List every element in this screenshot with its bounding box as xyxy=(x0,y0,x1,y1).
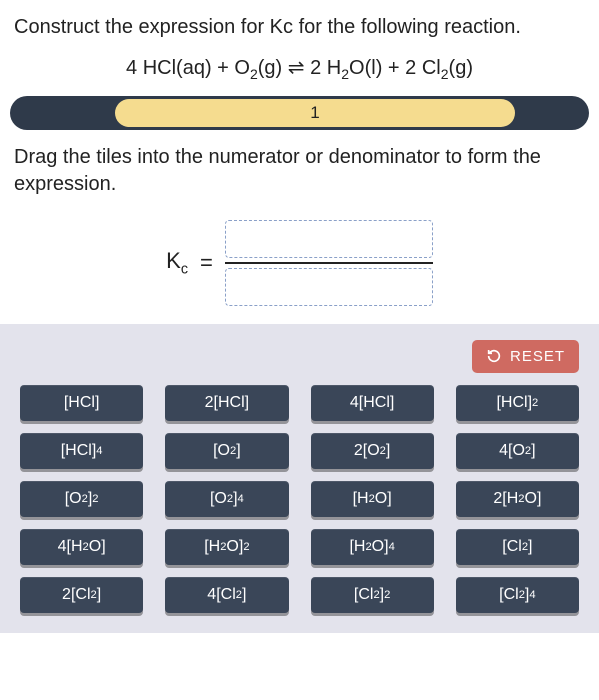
tile-14[interactable]: [H2O]4 xyxy=(311,529,434,565)
numerator-dropzone[interactable] xyxy=(225,220,433,258)
kc-label: Kc xyxy=(166,248,188,277)
undo-icon xyxy=(486,348,502,364)
reset-button[interactable]: RESET xyxy=(472,340,579,373)
tile-12[interactable]: 4[H2O] xyxy=(20,529,143,565)
tiles-panel: RESET [HCl]2[HCl]4[HCl][HCl]2[HCl]4[O2]2… xyxy=(0,324,599,633)
expression-builder: Kc = xyxy=(0,212,599,324)
reaction-rhs1-sub: 2 xyxy=(341,66,349,82)
tile-19[interactable]: [Cl2]4 xyxy=(456,577,579,613)
kc-sub: c xyxy=(181,261,188,277)
tile-6[interactable]: 2[O2] xyxy=(311,433,434,469)
reaction-rhs1-coef: 2 xyxy=(310,57,327,79)
tile-4[interactable]: [HCl]4 xyxy=(20,433,143,469)
tile-1[interactable]: 2[HCl] xyxy=(165,385,288,421)
tile-8[interactable]: [O2]2 xyxy=(20,481,143,517)
reaction-lhs2-sub: 2 xyxy=(250,66,258,82)
tile-17[interactable]: 4[Cl2] xyxy=(165,577,288,613)
reaction-lhs2: O xyxy=(234,57,250,79)
question-text: Construct the expression for Kc for the … xyxy=(0,0,599,49)
reaction-rhs2: Cl xyxy=(422,57,441,79)
equals-sign: = xyxy=(200,250,213,276)
tile-2[interactable]: 4[HCl] xyxy=(311,385,434,421)
tile-0[interactable]: [HCl] xyxy=(20,385,143,421)
instruction-text: Drag the tiles into the numerator or den… xyxy=(0,136,599,212)
reaction-rhs2-state: (g) xyxy=(449,57,473,79)
tile-5[interactable]: [O2] xyxy=(165,433,288,469)
reaction-rhs2-coef: 2 xyxy=(405,57,422,79)
tile-11[interactable]: 2[H2O] xyxy=(456,481,579,517)
reset-label: RESET xyxy=(510,348,565,365)
equilibrium-arrow-icon: ⇌ xyxy=(282,57,310,79)
reaction-rhs1-rest: O(l) xyxy=(349,57,382,79)
reaction-lhs1: HCl(aq) xyxy=(143,57,212,79)
reaction-lhs1-coef: 4 xyxy=(126,57,143,79)
reaction-rhs1: H xyxy=(327,57,341,79)
tile-grid: [HCl]2[HCl]4[HCl][HCl]2[HCl]4[O2]2[O2]4[… xyxy=(20,385,579,613)
tile-15[interactable]: [Cl2] xyxy=(456,529,579,565)
reaction-equation: 4 HCl(aq) + O2(g) ⇌ 2 H2O(l) + 2 Cl2(g) xyxy=(0,49,599,92)
tile-9[interactable]: [O2]4 xyxy=(165,481,288,517)
denominator-dropzone[interactable] xyxy=(225,268,433,306)
reaction-plus2: + xyxy=(382,57,405,79)
fraction xyxy=(225,220,433,306)
tile-18[interactable]: [Cl2]2 xyxy=(311,577,434,613)
tile-7[interactable]: 4[O2] xyxy=(456,433,579,469)
tile-3[interactable]: [HCl]2 xyxy=(456,385,579,421)
tile-16[interactable]: 2[Cl2] xyxy=(20,577,143,613)
reaction-plus1: + xyxy=(212,57,235,79)
kc-base: K xyxy=(166,248,181,273)
reaction-rhs2-sub: 2 xyxy=(441,66,449,82)
reaction-lhs2-state: (g) xyxy=(258,57,282,79)
tile-13[interactable]: [H2O]2 xyxy=(165,529,288,565)
progress-value: 1 xyxy=(115,99,515,127)
tile-10[interactable]: [H2O] xyxy=(311,481,434,517)
progress-bar: 1 xyxy=(10,96,589,130)
fraction-line xyxy=(225,262,433,264)
